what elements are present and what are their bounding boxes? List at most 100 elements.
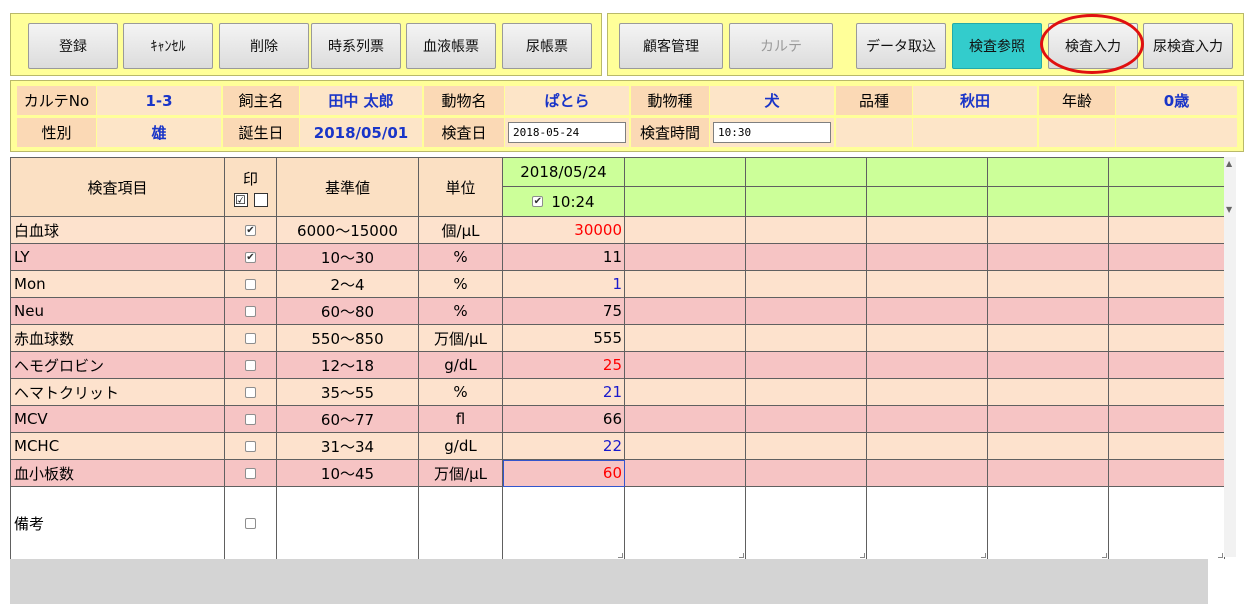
empty-result-cell[interactable] [867,379,988,406]
print-checkbox[interactable] [245,440,256,452]
empty-result-cell[interactable] [988,217,1109,244]
empty-result-cell[interactable] [746,325,867,352]
empty-result-cell[interactable] [988,433,1109,460]
result-value[interactable]: 66 [503,406,625,433]
empty-result-cell[interactable] [988,352,1109,379]
empty-result-cell[interactable] [625,325,746,352]
resize-handle-icon[interactable] [1102,553,1107,558]
empty-result-cell[interactable] [988,298,1109,325]
resize-handle-icon[interactable] [618,553,623,558]
print-checkbox[interactable] [245,305,256,317]
empty-result-cell[interactable] [1109,406,1225,433]
empty-result-cell[interactable] [746,406,867,433]
result-value[interactable]: 60 [503,460,625,487]
empty-result-cell[interactable] [1109,352,1225,379]
empty-result-cell[interactable] [746,298,867,325]
empty-result-cell[interactable] [988,325,1109,352]
urine-exam-input-button[interactable]: 尿検査入力 [1143,23,1233,69]
empty-result-cell[interactable] [867,244,988,271]
result-value[interactable]: 75 [503,298,625,325]
empty-result-cell[interactable] [867,406,988,433]
blood-report-button[interactable]: 血液帳票 [406,23,496,69]
register-button[interactable]: 登録 [28,23,118,69]
empty-result-cell[interactable] [867,433,988,460]
result-value[interactable]: 11 [503,244,625,271]
print-checkbox[interactable] [245,359,256,371]
customer-management-button[interactable]: 顧客管理 [619,23,723,69]
empty-result-cell[interactable] [1109,433,1225,460]
scroll-up-arrow-icon[interactable]: ▲ [1226,159,1232,168]
result-value[interactable]: 22 [503,433,625,460]
empty-result-cell[interactable] [867,460,988,487]
empty-result-cell[interactable] [988,460,1109,487]
result-value[interactable]: 25 [503,352,625,379]
empty-result-cell[interactable] [625,460,746,487]
empty-result-cell[interactable] [1109,298,1225,325]
print-checkbox[interactable] [245,413,256,425]
result-column-checkbox[interactable]: ✔ [532,196,544,207]
remarks-result-cell[interactable] [746,487,867,560]
empty-result-cell[interactable] [746,379,867,406]
empty-result-cell[interactable] [746,433,867,460]
empty-result-cell[interactable] [625,433,746,460]
remarks-result-cell[interactable] [503,487,625,560]
exam-date-input[interactable]: 2018-05-24 [508,122,626,143]
result-value[interactable]: 555 [503,325,625,352]
urine-report-button[interactable]: 尿帳票 [502,23,592,69]
exam-time-input[interactable]: 10:30 [713,122,831,143]
remarks-print-checkbox[interactable] [245,517,256,529]
empty-result-cell[interactable] [625,406,746,433]
empty-result-cell[interactable] [625,217,746,244]
empty-result-cell[interactable] [625,271,746,298]
print-checkbox[interactable] [245,278,256,290]
empty-result-cell[interactable] [988,271,1109,298]
remarks-result-cell[interactable] [988,487,1109,560]
empty-result-cell[interactable] [746,271,867,298]
data-import-button[interactable]: データ取込 [856,23,946,69]
result-value[interactable]: 1 [503,271,625,298]
empty-result-cell[interactable] [625,379,746,406]
resize-handle-icon[interactable] [981,553,986,558]
print-checkbox[interactable] [245,332,256,344]
empty-result-cell[interactable] [625,298,746,325]
remarks-result-cell[interactable] [1109,487,1225,560]
empty-result-cell[interactable] [625,244,746,271]
empty-result-cell[interactable] [746,352,867,379]
empty-result-cell[interactable] [1109,379,1225,406]
empty-result-cell[interactable] [1109,271,1225,298]
print-checkbox[interactable] [245,386,256,398]
empty-result-cell[interactable] [867,325,988,352]
delete-button[interactable]: 削除 [219,23,309,69]
empty-result-cell[interactable] [1109,460,1225,487]
empty-result-cell[interactable] [988,244,1109,271]
resize-handle-icon[interactable] [739,553,744,558]
karte-button[interactable]: カルテ [729,23,833,69]
remarks-result-cell[interactable] [867,487,988,560]
remarks-result-cell[interactable] [625,487,746,560]
exam-reference-button[interactable]: 検査参照 [952,23,1042,69]
empty-result-cell[interactable] [867,217,988,244]
check-all-checkbox[interactable]: ☑ [233,192,248,207]
empty-result-cell[interactable] [988,379,1109,406]
resize-handle-icon[interactable] [860,553,865,558]
cancel-button[interactable]: ｷｬﾝｾﾙ [123,23,213,69]
uncheck-all-checkbox[interactable] [253,192,268,207]
empty-result-cell[interactable] [746,244,867,271]
print-checkbox[interactable]: ✔ [245,251,256,263]
empty-result-cell[interactable] [625,352,746,379]
timeseries-report-button[interactable]: 時系列票 [311,23,401,69]
empty-result-cell[interactable] [1109,244,1225,271]
exam-input-button[interactable]: 検査入力 [1048,23,1138,69]
print-checkbox[interactable]: ✔ [245,224,256,236]
empty-result-cell[interactable] [746,460,867,487]
empty-result-cell[interactable] [746,217,867,244]
empty-result-cell[interactable] [1109,217,1225,244]
result-value[interactable]: 30000 [503,217,625,244]
print-checkbox[interactable] [245,467,256,479]
empty-result-cell[interactable] [867,352,988,379]
resize-handle-icon[interactable] [1218,553,1223,558]
empty-result-cell[interactable] [1109,325,1225,352]
vertical-scrollbar[interactable]: ▲ ▼ [1224,157,1236,557]
empty-result-cell[interactable] [867,298,988,325]
empty-result-cell[interactable] [867,271,988,298]
